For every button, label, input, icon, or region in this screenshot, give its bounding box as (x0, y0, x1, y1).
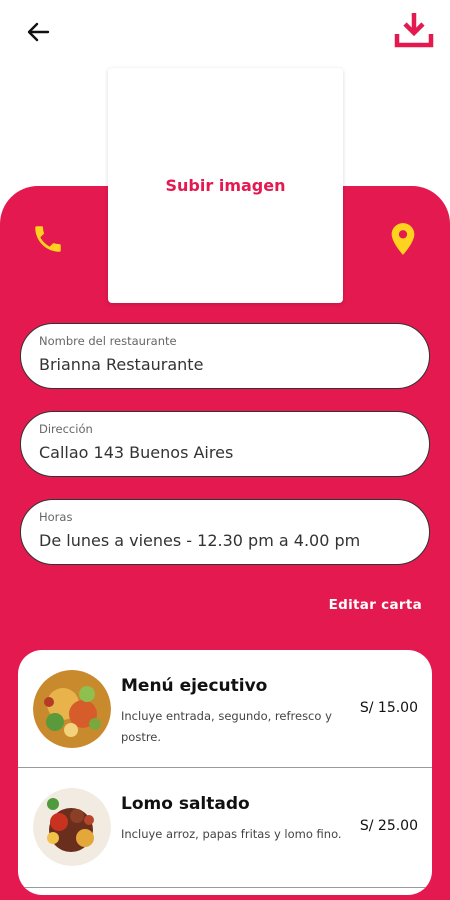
address-field[interactable]: Dirección Callao 143 Buenos Aires (20, 411, 430, 477)
map-pin-icon (391, 223, 415, 255)
address-label: Dirección (39, 422, 93, 436)
address-value: Callao 143 Buenos Aires (39, 443, 234, 462)
hours-label: Horas (39, 510, 73, 524)
dish-name: Lomo saltado (121, 794, 250, 814)
hours-field[interactable]: Horas De lunes a vienes - 12.30 pm a 4.0… (20, 499, 430, 565)
phone-icon (35, 226, 61, 252)
location-button[interactable] (389, 222, 417, 256)
edit-menu-link[interactable]: Editar carta (329, 597, 422, 613)
dish-description: Incluye arroz, papas fritas y lomo fino. (121, 827, 342, 841)
menu-list: Menú ejecutivo Incluye entrada, segundo,… (18, 650, 432, 895)
restaurant-name-field[interactable]: Nombre del restaurante Brianna Restauran… (20, 323, 430, 389)
menu-item[interactable]: Menú ejecutivo Incluye entrada, segundo,… (18, 650, 432, 766)
dish-name: Menú ejecutivo (121, 676, 268, 696)
upload-image-label: Subir imagen (165, 176, 286, 195)
top-bar (0, 0, 450, 60)
restaurant-name-value: Brianna Restaurante (39, 355, 204, 374)
phone-button[interactable] (31, 222, 65, 256)
restaurant-name-label: Nombre del restaurante (39, 334, 177, 348)
dish-price: S/ 15.00 (359, 700, 418, 716)
hours-value: De lunes a vienes - 12.30 pm a 4.00 pm (39, 531, 361, 550)
dish-description: Incluye entrada, segundo, refresco y pos… (121, 709, 332, 744)
arrow-left-icon (27, 22, 50, 42)
download-button[interactable] (392, 10, 436, 50)
back-button[interactable] (22, 18, 54, 46)
download-icon (394, 13, 434, 48)
dish-image (33, 670, 111, 748)
menu-divider (18, 887, 432, 888)
dish-image (33, 788, 111, 866)
menu-item[interactable]: Lomo saltado Incluye arroz, papas fritas… (18, 768, 432, 884)
upload-image-box[interactable]: Subir imagen (108, 68, 343, 303)
dish-price: S/ 25.00 (359, 818, 418, 834)
